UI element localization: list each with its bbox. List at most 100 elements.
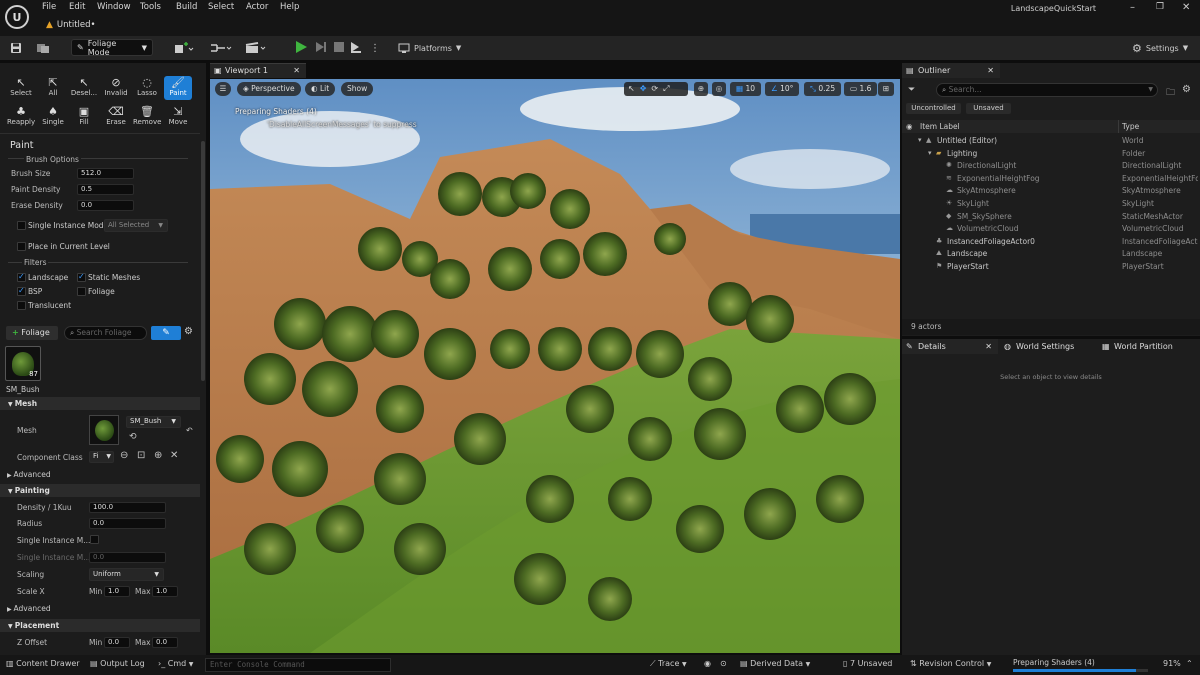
menu-help[interactable]: Help: [280, 2, 299, 12]
filter-bsp-checkbox[interactable]: [17, 286, 26, 296]
eject-icon[interactable]: [349, 40, 363, 54]
save-icon[interactable]: [10, 39, 22, 57]
add-folder-icon[interactable]: 🗀: [1166, 85, 1175, 101]
scale-tool-icon[interactable]: ⤢: [663, 82, 669, 96]
unreal-logo-icon[interactable]: U: [5, 5, 29, 29]
outliner-row[interactable]: ▾ ▲ Untitled (Editor) World: [902, 136, 1200, 148]
menu-tools[interactable]: Tools: [140, 2, 161, 12]
z-offset-max-input[interactable]: 0.0: [152, 637, 178, 648]
visibility-icon[interactable]: ◉: [906, 120, 913, 133]
brush-size-input[interactable]: 512.0: [77, 168, 134, 179]
tool-paint[interactable]: 🖌 Paint: [164, 76, 192, 100]
tool-erase[interactable]: ⌫ Erase: [102, 105, 130, 129]
place-current-level-checkbox[interactable]: [17, 242, 26, 251]
tool-select[interactable]: ↖ Select: [7, 76, 35, 100]
single-instance-dropdown[interactable]: All Selected ▼: [104, 219, 168, 232]
foliage-thumbnail[interactable]: 87: [5, 346, 41, 381]
single-instance-checkbox[interactable]: [17, 221, 26, 230]
radius-input[interactable]: 0.0: [89, 518, 166, 529]
outliner-row[interactable]: ≋ ExponentialHeightFog ExponentialHeightFo…: [902, 174, 1200, 186]
chevron-up-icon[interactable]: ⌃: [1186, 659, 1193, 668]
play-options-icon[interactable]: ⋮: [370, 39, 380, 57]
filter-icon[interactable]: ⏷: [908, 85, 915, 95]
settings-button[interactable]: ⚙ Settings ▼: [1132, 39, 1188, 57]
derived-data-button[interactable]: ▤ Derived Data ▼: [740, 659, 810, 668]
panel-scrollbar[interactable]: [201, 141, 205, 381]
tool-all[interactable]: ⇱ All: [39, 76, 67, 100]
stop-icon[interactable]: [332, 40, 346, 54]
record-icon[interactable]: ◉: [704, 659, 711, 668]
cinematics-icon[interactable]: [245, 39, 267, 57]
outliner-row[interactable]: ◆ SM_SkySphere StaticMeshActor: [902, 212, 1200, 224]
advanced-expander[interactable]: ▶ Advanced: [7, 470, 51, 479]
outliner-row[interactable]: ✺ DirectionalLight DirectionalLight: [902, 161, 1200, 173]
scaling-dropdown[interactable]: Uniform ▼: [89, 568, 164, 581]
tool-fill[interactable]: ▣ Fill: [70, 105, 98, 129]
tool-lasso[interactable]: ◌ Lasso: [133, 76, 161, 100]
world-space-icon[interactable]: ⊕: [694, 82, 708, 96]
camera-speed-button[interactable]: ▭ 1.6: [844, 82, 878, 96]
viewport-tab[interactable]: ▣ Viewport 1 ✕: [210, 63, 306, 78]
close-window-icon[interactable]: ✕: [1182, 2, 1190, 13]
outliner-search-input[interactable]: ⌕ Search... ▼: [936, 83, 1158, 97]
cmd-button[interactable]: ›_ Cmd ▼: [158, 659, 193, 668]
density-input[interactable]: 100.0: [89, 502, 166, 513]
advanced-expander[interactable]: ▶ Advanced: [7, 604, 51, 613]
unsaved-button[interactable]: ▯ 7 Unsaved: [843, 659, 892, 668]
output-log-button[interactable]: ▤ Output Log: [90, 659, 145, 668]
tool-invalid[interactable]: ⊘ Invalid: [102, 76, 130, 100]
filter-landscape-checkbox[interactable]: [17, 272, 26, 282]
browse-asset-icon[interactable]: ⟲: [129, 432, 137, 442]
single-instance-mode-checkbox[interactable]: [90, 535, 99, 544]
browse-icon[interactable]: ⊡: [137, 450, 145, 461]
expand-arrow-icon[interactable]: ▾: [928, 149, 932, 157]
category-painting[interactable]: ▼ Painting: [0, 484, 200, 497]
paint-settings-button[interactable]: ✎: [151, 326, 181, 340]
tool-reapply[interactable]: ♣ Reapply: [7, 105, 35, 129]
close-tab-icon[interactable]: ✕: [293, 64, 300, 78]
menu-select[interactable]: Select: [208, 2, 234, 12]
outliner-row[interactable]: ▾ ▰ Lighting Folder: [902, 149, 1200, 161]
component-class-dropdown[interactable]: Fi ▼: [89, 451, 114, 463]
menu-file[interactable]: File: [42, 2, 56, 12]
category-placement[interactable]: ▼ Placement: [0, 619, 200, 632]
gear-icon[interactable]: ⚙: [184, 326, 193, 337]
add-icon[interactable]: ⊕: [154, 450, 162, 461]
use-selected-icon[interactable]: ⊖: [120, 450, 128, 461]
mesh-thumbnail[interactable]: [89, 415, 119, 445]
filter-foliage-checkbox[interactable]: [77, 287, 86, 296]
mode-dropdown[interactable]: ✎ Foliage Mode ▼: [71, 39, 153, 57]
step-icon[interactable]: [314, 40, 328, 54]
rotation-snap-button[interactable]: ∠ 10°: [765, 82, 800, 96]
z-offset-min-input[interactable]: 0.0: [104, 637, 130, 648]
mesh-asset-dropdown[interactable]: SM_Bush ▼: [126, 416, 181, 428]
camera-capture-icon[interactable]: ⊙: [720, 659, 727, 668]
scale-x-max-input[interactable]: 1.0: [152, 586, 178, 597]
expand-arrow-icon[interactable]: ▾: [918, 136, 922, 144]
column-item-label[interactable]: Item Label: [920, 120, 960, 133]
add-actor-icon[interactable]: [174, 39, 194, 57]
outliner-row[interactable]: ⚑ PlayerStart PlayerStart: [902, 262, 1200, 274]
grid-snap-button[interactable]: ▦ 10: [730, 82, 762, 96]
view-mode-button[interactable]: ◐ Lit: [305, 82, 336, 96]
blueprint-icon[interactable]: [210, 39, 232, 57]
reset-icon[interactable]: ↶: [186, 426, 193, 435]
tool-single[interactable]: ♠ Single: [39, 105, 67, 129]
trace-button[interactable]: ⟋ Trace ▼: [650, 659, 687, 669]
outliner-row[interactable]: ☀ SkyLight SkyLight: [902, 199, 1200, 211]
revision-control-button[interactable]: ⇅ Revision Control ▼: [910, 659, 991, 668]
outliner-row[interactable]: ☁ SkyAtmosphere SkyAtmosphere: [902, 186, 1200, 198]
document-tab[interactable]: ▲ Untitled•: [44, 16, 118, 33]
outliner-row[interactable]: ☁ VolumetricCloud VolumetricCloud: [902, 224, 1200, 236]
foliage-search-input[interactable]: ⌕ Search Foliage: [64, 326, 147, 340]
perspective-button[interactable]: ◈ Perspective: [237, 82, 301, 96]
tool-deselect[interactable]: ↖ Desel...: [70, 76, 98, 100]
translate-tool-icon[interactable]: ✥: [640, 82, 647, 96]
menu-edit[interactable]: Edit: [69, 2, 85, 12]
browse-icon[interactable]: [36, 39, 50, 57]
world-settings-tab[interactable]: ◍ World Settings: [1002, 339, 1098, 354]
column-divider[interactable]: [1118, 120, 1119, 133]
tool-remove[interactable]: 🗑 Remove: [133, 105, 161, 129]
menu-actor[interactable]: Actor: [246, 2, 268, 12]
clear-icon[interactable]: ✕: [170, 450, 178, 461]
